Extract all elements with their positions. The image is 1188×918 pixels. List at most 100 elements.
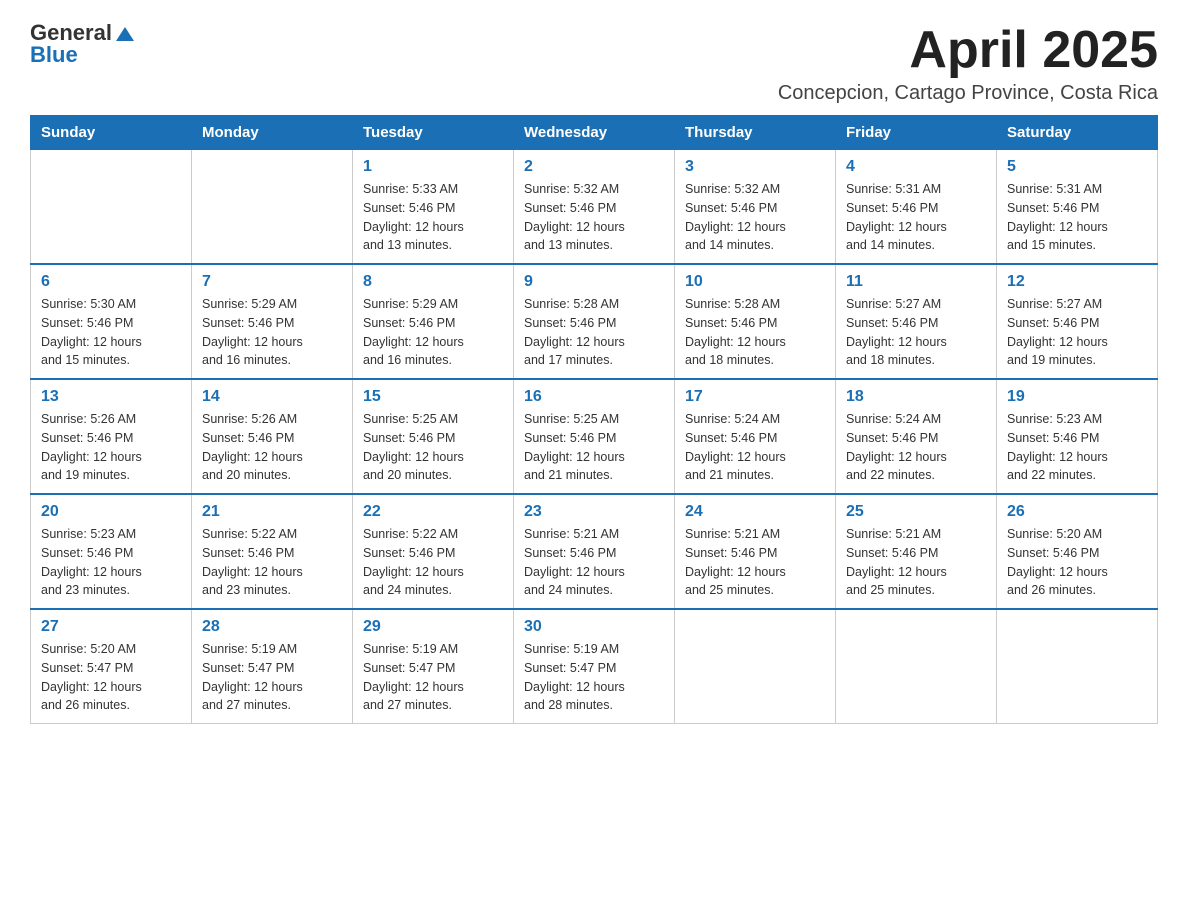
day-info: Sunrise: 5:27 AM Sunset: 5:46 PM Dayligh…: [1007, 295, 1147, 370]
calendar-cell: 8 Sunrise: 5:29 AM Sunset: 5:46 PM Daylig…: [353, 264, 514, 379]
calendar-cell: 14Sunrise: 5:26 AM Sunset: 5:46 PM Dayli…: [192, 379, 353, 494]
day-info: Sunrise: 5:20 AM Sunset: 5:46 PM Dayligh…: [1007, 525, 1147, 600]
calendar-cell: [997, 609, 1158, 724]
day-info: Sunrise: 5:24 AM Sunset: 5:46 PM Dayligh…: [685, 410, 825, 485]
day-number: 28: [202, 618, 342, 636]
day-info: Sunrise: 5:19 AM Sunset: 5:47 PM Dayligh…: [202, 640, 342, 715]
weekday-header: Sunday: [31, 116, 192, 150]
calendar-cell: 13 Sunrise: 5:26 AM Sunset: 5:46 PM Dayli…: [31, 379, 192, 494]
day-number: 27: [41, 618, 181, 636]
day-number: 17: [685, 388, 825, 406]
day-number: 23: [524, 503, 664, 521]
logo-blue-text: Blue: [30, 42, 136, 68]
day-info: Sunrise: 5:28 AM Sunset: 5:46 PM Dayligh…: [524, 295, 664, 370]
day-number: 26: [1007, 503, 1147, 521]
calendar-subtitle: Concepcion, Cartago Province, Costa Rica: [778, 82, 1158, 105]
day-number: 25: [846, 503, 986, 521]
calendar-week-row: 27 Sunrise: 5:20 AM Sunset: 5:47 PM Dayli…: [31, 609, 1158, 724]
day-info: Sunrise: 5:33 AM Sunset: 5:46 PM Dayligh…: [363, 180, 503, 255]
calendar-header-row: SundayMondayTuesdayWednesdayThursdayFrid…: [31, 116, 1158, 150]
day-info: Sunrise: 5:27 AM Sunset: 5:46 PM Dayligh…: [846, 295, 986, 370]
day-info: Sunrise: 5:32 AM Sunset: 5:46 PM Dayligh…: [524, 180, 664, 255]
calendar-cell: 19 Sunrise: 5:23 AM Sunset: 5:46 PM Dayli…: [997, 379, 1158, 494]
day-info: Sunrise: 5:31 AM Sunset: 5:46 PM Dayligh…: [846, 180, 986, 255]
calendar-cell: 4 Sunrise: 5:31 AM Sunset: 5:46 PM Daylig…: [836, 150, 997, 265]
calendar-cell: 16 Sunrise: 5:25 AM Sunset: 5:46 PM Dayli…: [514, 379, 675, 494]
calendar-cell: [31, 150, 192, 265]
title-block: April 2025 Concepcion, Cartago Province,…: [778, 20, 1158, 105]
day-number: 11: [846, 273, 986, 291]
calendar-cell: 10 Sunrise: 5:28 AM Sunset: 5:46 PM Dayli…: [675, 264, 836, 379]
calendar-cell: 2 Sunrise: 5:32 AM Sunset: 5:46 PM Daylig…: [514, 150, 675, 265]
calendar-week-row: 1 Sunrise: 5:33 AM Sunset: 5:46 PM Daylig…: [31, 150, 1158, 265]
calendar-week-row: 13 Sunrise: 5:26 AM Sunset: 5:46 PM Dayli…: [31, 379, 1158, 494]
day-info: Sunrise: 5:22 AM Sunset: 5:46 PM Dayligh…: [363, 525, 503, 600]
calendar-cell: 27 Sunrise: 5:20 AM Sunset: 5:47 PM Dayli…: [31, 609, 192, 724]
day-info: Sunrise: 5:25 AM Sunset: 5:46 PM Dayligh…: [524, 410, 664, 485]
day-info: Sunrise: 5:29 AM Sunset: 5:46 PM Dayligh…: [363, 295, 503, 370]
calendar-cell: 26 Sunrise: 5:20 AM Sunset: 5:46 PM Dayli…: [997, 494, 1158, 609]
day-number: 4: [846, 158, 986, 176]
day-number: 24: [685, 503, 825, 521]
day-info: Sunrise: 5:30 AM Sunset: 5:46 PM Dayligh…: [41, 295, 181, 370]
day-number: 2: [524, 158, 664, 176]
calendar-cell: 18 Sunrise: 5:24 AM Sunset: 5:46 PM Dayli…: [836, 379, 997, 494]
day-number: 16: [524, 388, 664, 406]
calendar-cell: 3 Sunrise: 5:32 AM Sunset: 5:46 PM Daylig…: [675, 150, 836, 265]
day-info: Sunrise: 5:23 AM Sunset: 5:46 PM Dayligh…: [1007, 410, 1147, 485]
calendar-cell: 11 Sunrise: 5:27 AM Sunset: 5:46 PM Dayli…: [836, 264, 997, 379]
calendar-table: SundayMondayTuesdayWednesdayThursdayFrid…: [30, 115, 1158, 724]
day-info: Sunrise: 5:28 AM Sunset: 5:46 PM Dayligh…: [685, 295, 825, 370]
calendar-week-row: 6 Sunrise: 5:30 AM Sunset: 5:46 PM Daylig…: [31, 264, 1158, 379]
weekday-header: Friday: [836, 116, 997, 150]
day-info: Sunrise: 5:19 AM Sunset: 5:47 PM Dayligh…: [524, 640, 664, 715]
calendar-cell: 21Sunrise: 5:22 AM Sunset: 5:46 PM Dayli…: [192, 494, 353, 609]
day-number: 19: [1007, 388, 1147, 406]
day-info: Sunrise: 5:23 AM Sunset: 5:46 PM Dayligh…: [41, 525, 181, 600]
calendar-cell: 22 Sunrise: 5:22 AM Sunset: 5:46 PM Dayli…: [353, 494, 514, 609]
calendar-cell: 20Sunrise: 5:23 AM Sunset: 5:46 PM Dayli…: [31, 494, 192, 609]
calendar-cell: 12Sunrise: 5:27 AM Sunset: 5:46 PM Dayli…: [997, 264, 1158, 379]
day-number: 8: [363, 273, 503, 291]
day-info: Sunrise: 5:26 AM Sunset: 5:46 PM Dayligh…: [202, 410, 342, 485]
calendar-cell: 7Sunrise: 5:29 AM Sunset: 5:46 PM Daylig…: [192, 264, 353, 379]
day-number: 10: [685, 273, 825, 291]
weekday-header: Wednesday: [514, 116, 675, 150]
calendar-cell: 17 Sunrise: 5:24 AM Sunset: 5:46 PM Dayli…: [675, 379, 836, 494]
day-number: 29: [363, 618, 503, 636]
day-info: Sunrise: 5:32 AM Sunset: 5:46 PM Dayligh…: [685, 180, 825, 255]
day-number: 7: [202, 273, 342, 291]
day-number: 30: [524, 618, 664, 636]
calendar-cell: 29 Sunrise: 5:19 AM Sunset: 5:47 PM Dayli…: [353, 609, 514, 724]
weekday-header: Monday: [192, 116, 353, 150]
weekday-header: Saturday: [997, 116, 1158, 150]
day-number: 21: [202, 503, 342, 521]
calendar-cell: 1 Sunrise: 5:33 AM Sunset: 5:46 PM Daylig…: [353, 150, 514, 265]
day-info: Sunrise: 5:25 AM Sunset: 5:46 PM Dayligh…: [363, 410, 503, 485]
day-info: Sunrise: 5:21 AM Sunset: 5:46 PM Dayligh…: [524, 525, 664, 600]
logo: General Blue: [30, 20, 136, 68]
day-number: 3: [685, 158, 825, 176]
day-info: Sunrise: 5:31 AM Sunset: 5:46 PM Dayligh…: [1007, 180, 1147, 255]
page-header: General Blue April 2025 Concepcion, Cart…: [30, 20, 1158, 105]
calendar-title: April 2025: [778, 20, 1158, 80]
calendar-cell: 24 Sunrise: 5:21 AM Sunset: 5:46 PM Dayli…: [675, 494, 836, 609]
calendar-cell: 6 Sunrise: 5:30 AM Sunset: 5:46 PM Daylig…: [31, 264, 192, 379]
day-info: Sunrise: 5:26 AM Sunset: 5:46 PM Dayligh…: [41, 410, 181, 485]
calendar-cell: [836, 609, 997, 724]
day-number: 13: [41, 388, 181, 406]
day-info: Sunrise: 5:20 AM Sunset: 5:47 PM Dayligh…: [41, 640, 181, 715]
day-number: 6: [41, 273, 181, 291]
calendar-cell: 5Sunrise: 5:31 AM Sunset: 5:46 PM Daylig…: [997, 150, 1158, 265]
calendar-cell: 9Sunrise: 5:28 AM Sunset: 5:46 PM Daylig…: [514, 264, 675, 379]
day-number: 1: [363, 158, 503, 176]
day-number: 18: [846, 388, 986, 406]
day-info: Sunrise: 5:21 AM Sunset: 5:46 PM Dayligh…: [685, 525, 825, 600]
day-number: 22: [363, 503, 503, 521]
day-info: Sunrise: 5:24 AM Sunset: 5:46 PM Dayligh…: [846, 410, 986, 485]
weekday-header: Tuesday: [353, 116, 514, 150]
calendar-cell: 28 Sunrise: 5:19 AM Sunset: 5:47 PM Dayli…: [192, 609, 353, 724]
day-info: Sunrise: 5:19 AM Sunset: 5:47 PM Dayligh…: [363, 640, 503, 715]
calendar-week-row: 20Sunrise: 5:23 AM Sunset: 5:46 PM Dayli…: [31, 494, 1158, 609]
day-number: 15: [363, 388, 503, 406]
